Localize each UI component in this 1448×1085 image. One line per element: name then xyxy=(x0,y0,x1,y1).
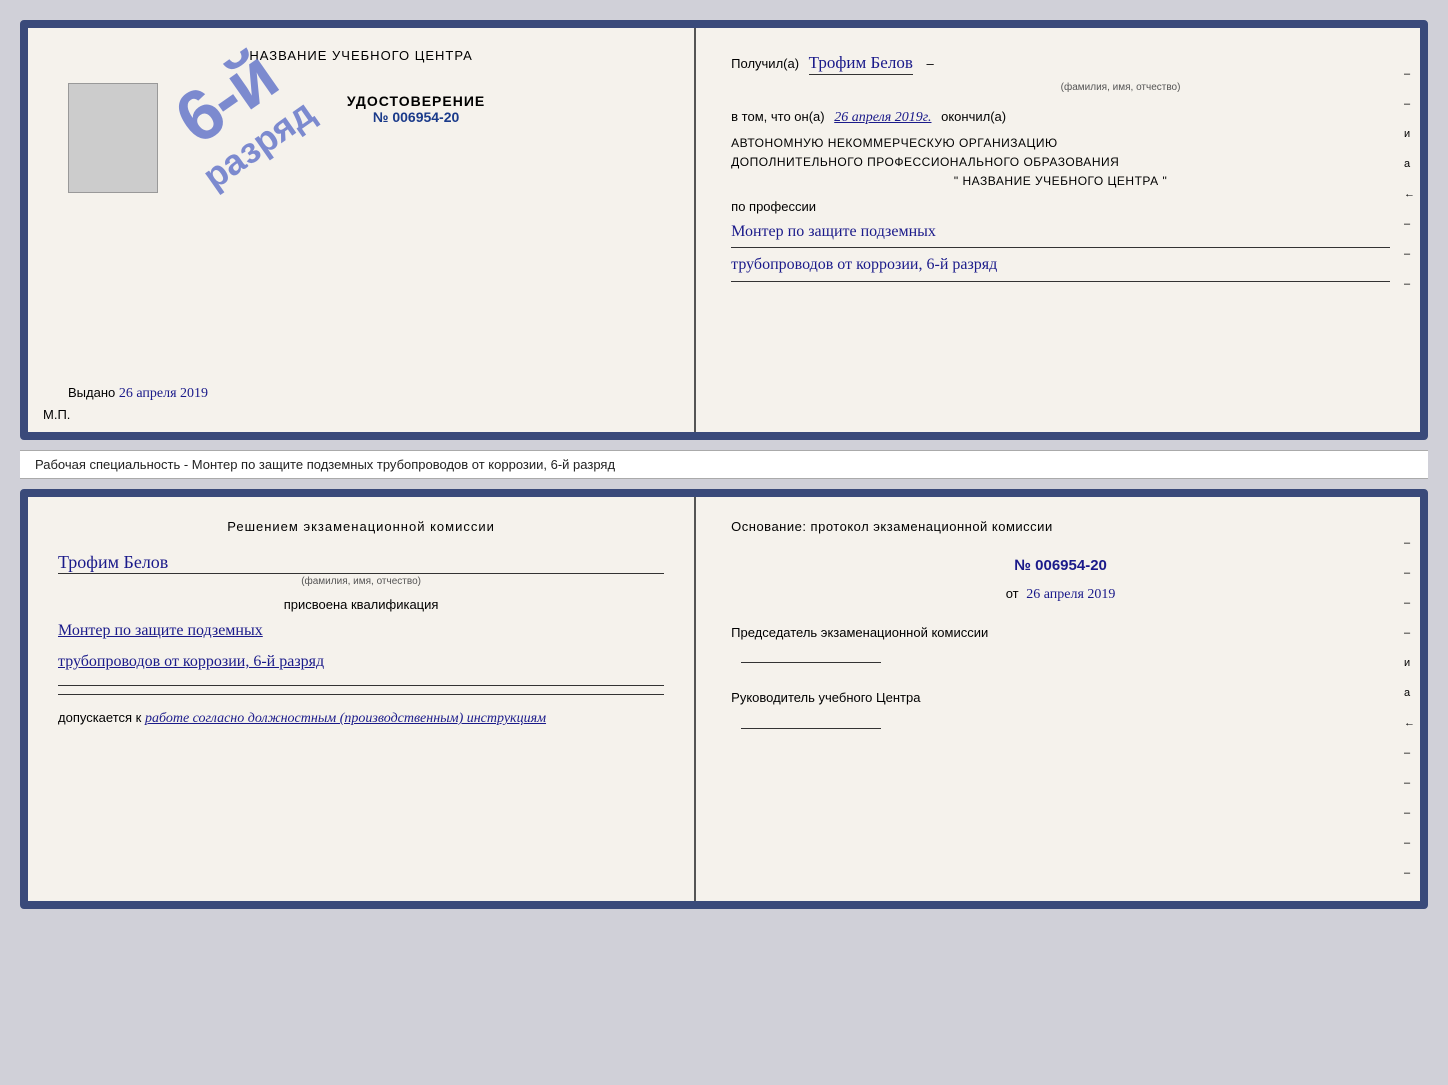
cert-number-top: № 006954-20 xyxy=(347,109,485,125)
cert-right-top: Получил(а) Трофим Белов – (фамилия, имя,… xyxy=(696,28,1420,432)
cert-bottom-right: Основание: протокол экзаменационной коми… xyxy=(696,497,1420,901)
certificate-top: НАЗВАНИЕ УЧЕБНОГО ЦЕНТРА 6-й разряд УДОС… xyxy=(20,20,1428,440)
stamp-text-small: разряд xyxy=(124,41,394,247)
qual-line1-bottom: Монтер по защите подземных xyxy=(58,617,664,646)
blank-line-1 xyxy=(58,685,664,686)
okonchil-label: окончил(а) xyxy=(941,109,1006,124)
poprofessii-label: по профессии xyxy=(731,199,1390,214)
dopuskaetsya-block: допускается к работе согласно должностны… xyxy=(58,710,664,727)
prisvoena-label: присвоена квалификация xyxy=(58,597,664,612)
rukovoditel-block: Руководитель учебного Центра xyxy=(731,688,1390,729)
dopuskaetsya-label: допускается к xyxy=(58,710,141,725)
ot-line: от 26 апреля 2019 xyxy=(731,586,1390,603)
dash1: – xyxy=(926,56,933,71)
cert-left-top: НАЗВАНИЕ УЧЕБНОГО ЦЕНТРА 6-й разряд УДОС… xyxy=(28,28,696,432)
predsedatel-label: Председатель экзаменационной комиссии xyxy=(731,623,1390,643)
qual-line1-top: Монтер по защите подземных xyxy=(731,218,1390,248)
dopusk-text: работе согласно должностным (производств… xyxy=(145,711,546,726)
recipient-name-top: Трофим Белов xyxy=(809,53,913,75)
qualification-block-top: Монтер по защите подземных трубопроводов… xyxy=(731,218,1390,281)
qual-block-bottom: Монтер по защите подземных трубопроводов… xyxy=(58,617,664,678)
photo-placeholder xyxy=(68,83,158,193)
poluchil-line: Получил(а) Трофим Белов – (фамилия, имя,… xyxy=(731,48,1390,97)
vydano-line: Выдано 26 апреля 2019 xyxy=(68,385,664,402)
osnovanie-header: Основание: протокол экзаменационной коми… xyxy=(731,517,1390,537)
udostoverenie-title: УДОСТОВЕРЕНИЕ xyxy=(347,93,485,109)
blank-line-2 xyxy=(58,694,664,695)
vydano-date: 26 апреля 2019 xyxy=(119,386,208,401)
udostoverenie-block: УДОСТОВЕРЕНИЕ № 006954-20 xyxy=(347,93,485,125)
date-handwritten-top: 26 апреля 2019г. xyxy=(834,110,931,125)
rukovoditel-signature-line xyxy=(741,728,881,729)
bottom-recipient-name: Трофим Белов xyxy=(58,552,664,574)
fio-label-top: (фамилия, имя, отчество) xyxy=(851,79,1390,97)
ot-date: 26 апреля 2019 xyxy=(1026,587,1115,602)
org-block: АВТОНОМНУЮ НЕКОММЕРЧЕСКУЮ ОРГАНИЗАЦИЮ ДО… xyxy=(731,134,1390,192)
org-line1: АВТОНОМНУЮ НЕКОММЕРЧЕСКУЮ ОРГАНИЗАЦИЮ xyxy=(731,134,1390,153)
vydano-label: Выдано xyxy=(68,385,115,400)
vtom-prefix: в том, что он(а) xyxy=(731,109,824,124)
vtom-line: в том, что он(а) 26 апреля 2019г. окончи… xyxy=(731,109,1390,126)
certificate-bottom: Решением экзаменационной комиссии Трофим… xyxy=(20,489,1428,909)
mp-line: М.П. xyxy=(43,407,70,422)
bottom-fio-label: (фамилия, имя, отчество) xyxy=(58,576,664,587)
qual-line2-top: трубопроводов от коррозии, 6-й разряд xyxy=(731,251,1390,281)
right-side-letters-bottom: – – – – и а ← – – – – – xyxy=(1404,537,1415,879)
predsedatel-block: Председатель экзаменационной комиссии xyxy=(731,623,1390,664)
middle-label-text: Рабочая специальность - Монтер по защите… xyxy=(35,457,615,472)
protocol-number-block: № 006954-20 xyxy=(731,557,1390,574)
ot-prefix: от xyxy=(1006,586,1019,601)
page-wrapper: НАЗВАНИЕ УЧЕБНОГО ЦЕНТРА 6-й разряд УДОС… xyxy=(20,20,1428,909)
predsedatel-signature-line xyxy=(741,662,881,663)
rukovoditel-label: Руководитель учебного Центра xyxy=(731,688,1390,708)
cert-bottom-left: Решением экзаменационной комиссии Трофим… xyxy=(28,497,696,901)
poluchil-label: Получил(а) xyxy=(731,56,799,71)
reshenie-header: Решением экзаменационной комиссии xyxy=(58,517,664,537)
school-name-top: НАЗВАНИЕ УЧЕБНОГО ЦЕНТРА xyxy=(249,48,472,63)
protocol-number: № 006954-20 xyxy=(731,557,1390,574)
org-line2: ДОПОЛНИТЕЛЬНОГО ПРОФЕССИОНАЛЬНОГО ОБРАЗО… xyxy=(731,153,1390,172)
org-line3: " НАЗВАНИЕ УЧЕБНОГО ЦЕНТРА " xyxy=(731,172,1390,191)
middle-label: Рабочая специальность - Монтер по защите… xyxy=(20,450,1428,479)
right-side-letters-top: – – и а ← – – – xyxy=(1404,68,1415,290)
bottom-recipient-block: Трофим Белов (фамилия, имя, отчество) xyxy=(58,552,664,587)
qual-line2-bottom: трубопроводов от коррозии, 6-й разряд xyxy=(58,648,664,677)
